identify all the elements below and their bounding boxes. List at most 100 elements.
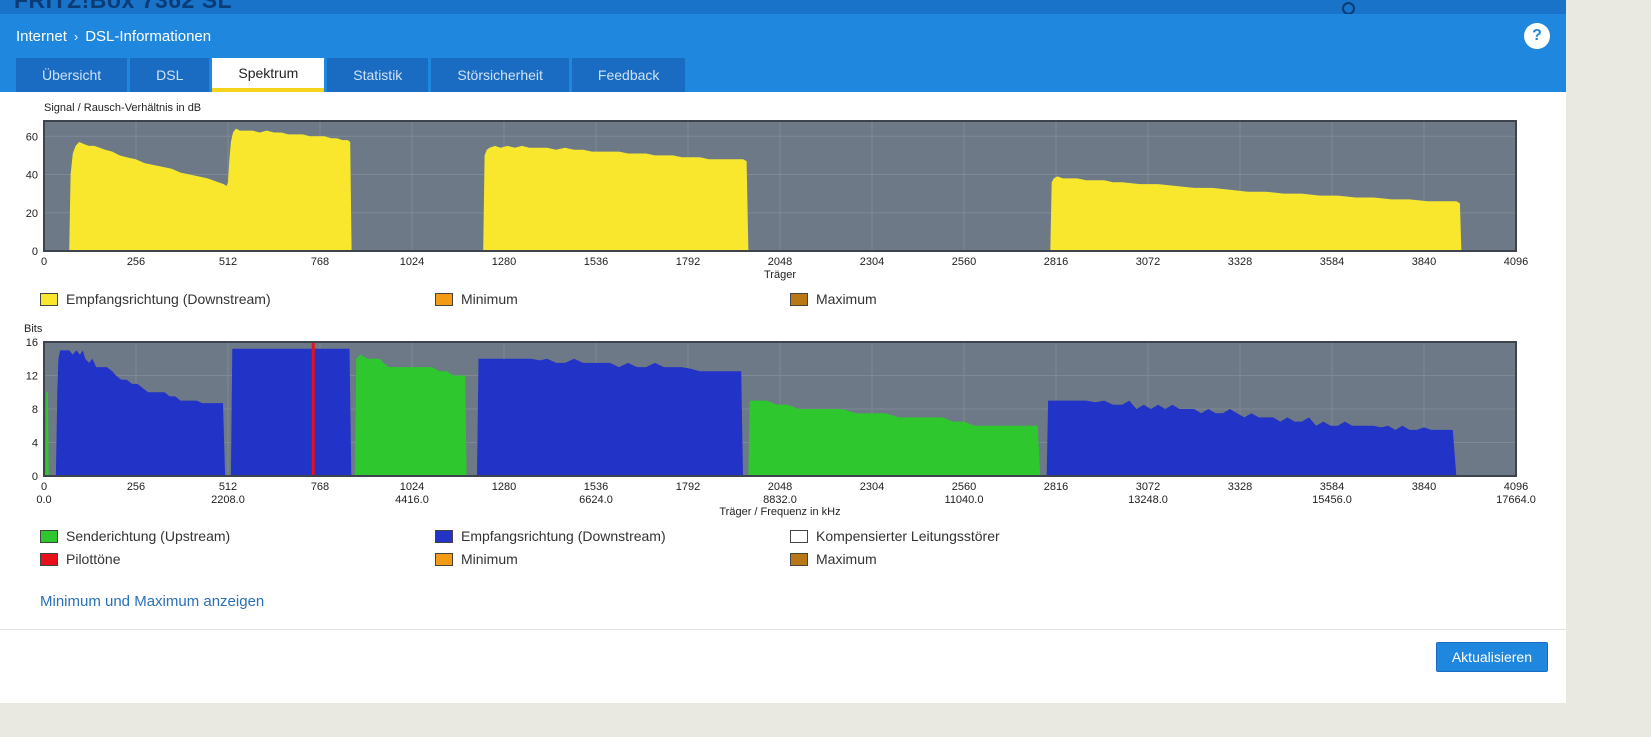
snr-x-axis-label: Träger (764, 269, 796, 281)
upstream-swatch-icon (40, 529, 58, 543)
svg-text:256: 256 (127, 256, 145, 268)
downstream-swatch-icon (435, 529, 453, 543)
svg-text:4096: 4096 (1504, 481, 1528, 493)
maximum-swatch-icon (790, 552, 808, 566)
svg-text:3072: 3072 (1136, 481, 1160, 493)
button-row: Aktualisieren (0, 630, 1566, 682)
svg-text:1536: 1536 (584, 256, 608, 268)
legend-label: Empfangsrichtung (Downstream) (461, 528, 666, 544)
legend-label: Minimum (461, 291, 518, 307)
svg-text:512: 512 (219, 256, 237, 268)
svg-text:6624.0: 6624.0 (579, 494, 613, 506)
svg-text:2816: 2816 (1044, 481, 1068, 493)
legend-item: Empfangsrichtung (Downstream) (435, 528, 790, 544)
svg-text:12: 12 (26, 371, 38, 383)
tab-feedback[interactable]: Feedback (571, 58, 686, 92)
main-content: Signal / Rausch-Verhältnis in dB 0 20 40 60… (0, 92, 1566, 611)
legend-label: Maximum (816, 291, 877, 307)
pilot-swatch-icon (40, 552, 58, 566)
legend-label: Pilottöne (66, 551, 121, 567)
app-header: FRITZ!Box 7362 SL (0, 0, 1566, 14)
svg-text:60: 60 (26, 131, 38, 143)
refresh-button[interactable]: Aktualisieren (1435, 642, 1548, 672)
svg-text:0.0: 0.0 (36, 494, 51, 506)
svg-text:3072: 3072 (1136, 256, 1160, 268)
tab-spektrum[interactable]: Spektrum (212, 58, 325, 92)
svg-text:4416.0: 4416.0 (395, 494, 429, 506)
svg-text:2560: 2560 (952, 481, 976, 493)
bits-x-axis-label: Träger / Frequenz in kHz (719, 506, 841, 518)
legend-item: Minimum (435, 551, 790, 567)
legend-item: Minimum (435, 291, 790, 307)
svg-text:2304: 2304 (860, 256, 884, 268)
legend-label: Senderichtung (Upstream) (66, 528, 231, 544)
legend-item: Senderichtung (Upstream) (40, 528, 435, 544)
question-mark-icon: ? (1532, 27, 1542, 44)
breadcrumb-section[interactable]: Internet (16, 28, 67, 45)
minimum-swatch-icon (435, 292, 453, 306)
svg-text:15456.0: 15456.0 (1312, 494, 1352, 506)
svg-text:1024: 1024 (400, 481, 424, 493)
svg-text:3840: 3840 (1412, 481, 1436, 493)
tab-statistik[interactable]: Statistik (327, 58, 429, 92)
svg-text:1792: 1792 (676, 481, 700, 493)
app-window: FRITZ!Box 7362 SL Internet › DSL-Informati… (0, 0, 1566, 703)
tab-st-rsicherheit[interactable]: Störsicherheit (431, 58, 569, 92)
svg-text:768: 768 (311, 256, 329, 268)
svg-text:2048: 2048 (768, 256, 792, 268)
help-button[interactable]: ? (1524, 23, 1550, 49)
breadcrumb: Internet › DSL-Informationen (16, 28, 211, 45)
svg-text:40: 40 (26, 170, 38, 182)
legend-item: Maximum (790, 551, 1542, 567)
minimum-swatch-icon (435, 552, 453, 566)
svg-text:1280: 1280 (492, 256, 516, 268)
snr-chart-block: Signal / Rausch-Verhältnis in dB 0 20 40 60… (24, 102, 1542, 307)
legend-label: Empfangsrichtung (Downstream) (66, 291, 271, 307)
svg-text:2560: 2560 (952, 256, 976, 268)
svg-text:0: 0 (32, 471, 38, 483)
svg-text:8: 8 (32, 404, 38, 416)
svg-text:1280: 1280 (492, 481, 516, 493)
legend-item: Pilottöne (40, 551, 435, 567)
chevron-right-icon: › (73, 28, 79, 44)
tab--bersicht[interactable]: Übersicht (16, 58, 128, 92)
svg-text:2816: 2816 (1044, 256, 1068, 268)
svg-text:2208.0: 2208.0 (211, 494, 245, 506)
bits-chart-block: Bits 0 4 8 12 16 0 256 512 768 1024 1280 1536 1792 20… (24, 323, 1542, 567)
breadcrumb-page: DSL-Informationen (85, 27, 212, 45)
tab-dsl[interactable]: DSL (130, 58, 210, 92)
svg-text:3584: 3584 (1320, 256, 1344, 268)
legend-label: Minimum (461, 551, 518, 567)
svg-text:1792: 1792 (676, 256, 700, 268)
svg-text:8832.0: 8832.0 (763, 494, 797, 506)
svg-text:16: 16 (26, 338, 38, 349)
svg-text:11040.0: 11040.0 (945, 494, 984, 506)
tab-bar: Übersicht DSL Spektrum Statistik Störsicherh… (0, 58, 1566, 92)
downstream_snr-swatch-icon (40, 292, 58, 306)
legend-label: Kompensierter Leitungsstörer (816, 528, 1000, 544)
svg-text:20: 20 (26, 208, 38, 220)
svg-text:3584: 3584 (1320, 481, 1344, 493)
legend-item: Kompensierter Leitungsstörer (790, 528, 1542, 544)
svg-text:2048: 2048 (768, 481, 792, 493)
show-min-max-link[interactable]: Minimum und Maximum anzeigen (40, 593, 264, 610)
app-title: FRITZ!Box 7362 SL (14, 0, 233, 13)
page-background: FRITZ!Box 7362 SL Internet › DSL-Informati… (0, 0, 1651, 737)
svg-text:1536: 1536 (584, 481, 608, 493)
svg-text:3328: 3328 (1228, 256, 1252, 268)
svg-text:512: 512 (219, 481, 237, 493)
svg-text:4: 4 (32, 438, 38, 450)
svg-text:3328: 3328 (1228, 481, 1252, 493)
svg-text:768: 768 (311, 481, 329, 493)
search-icon[interactable] (1342, 2, 1355, 14)
breadcrumb-bar: Internet › DSL-Informationen ? (0, 14, 1566, 58)
svg-text:0: 0 (41, 481, 47, 493)
svg-text:0: 0 (32, 246, 38, 258)
bits-spectrum-chart: 0 4 8 12 16 0 256 512 768 1024 1280 1536 1792 2048 230… (26, 338, 1536, 506)
svg-text:17664.0: 17664.0 (1496, 494, 1536, 506)
svg-text:13248.0: 13248.0 (1128, 494, 1168, 506)
bits-chart-legend: Senderichtung (Upstream) Empfangsrichtung… (40, 528, 1542, 567)
svg-text:2304: 2304 (860, 481, 884, 493)
snr-chart-legend: Empfangsrichtung (Downstream) Minimum Maxi… (40, 291, 1542, 307)
maximum-swatch-icon (790, 292, 808, 306)
